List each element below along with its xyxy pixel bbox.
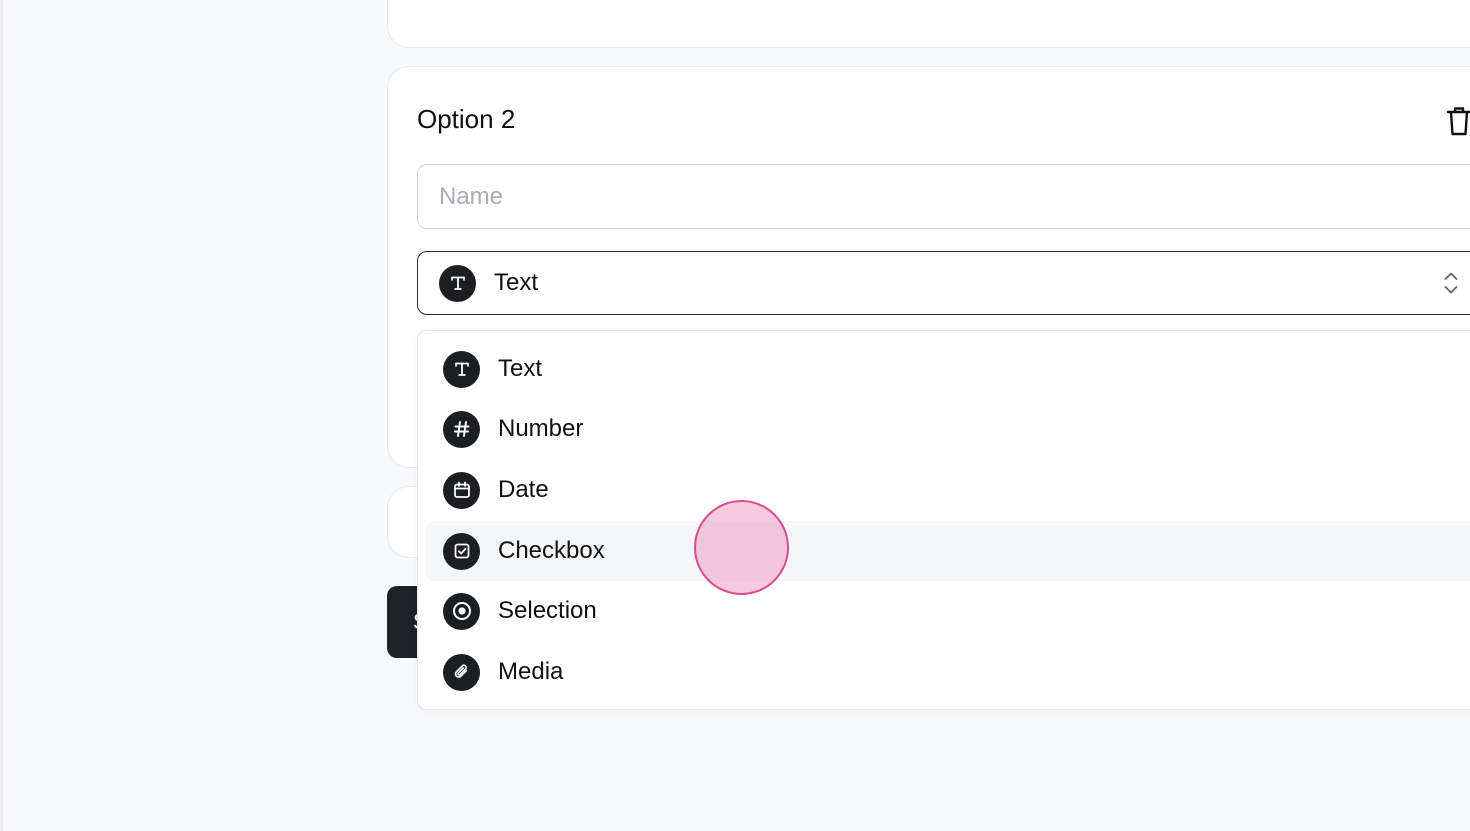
left-border: [0, 0, 3, 831]
menu-item-selection[interactable]: Selection: [426, 581, 1470, 641]
menu-item-label: Date: [498, 476, 549, 503]
text-icon: [443, 350, 480, 388]
type-select-label: Text: [494, 269, 539, 296]
menu-item-label: Text: [498, 355, 543, 382]
calendar-icon: [443, 471, 480, 509]
page: Option 2 Text S Text: [0, 0, 1470, 831]
checkbox-icon: [443, 532, 480, 570]
menu-item-checkbox[interactable]: Checkbox: [426, 521, 1470, 581]
menu-item-label: Media: [498, 658, 564, 685]
option-title: Option 2: [417, 104, 516, 134]
type-dropdown-menu: Text Number Date Checkbox Selection Medi…: [417, 330, 1470, 710]
menu-item-text[interactable]: Text: [426, 339, 1470, 399]
trash-icon[interactable]: [1444, 104, 1470, 138]
menu-item-number[interactable]: Number: [426, 399, 1470, 459]
text-icon: [439, 264, 476, 302]
menu-item-label: Checkbox: [498, 537, 605, 564]
hash-icon: [443, 410, 480, 448]
menu-item-label: Number: [498, 415, 584, 442]
chevron-up-down-icon: [1444, 272, 1458, 294]
type-select[interactable]: Text: [417, 251, 1470, 315]
name-input[interactable]: [417, 164, 1470, 229]
radio-icon: [443, 592, 480, 630]
menu-item-media[interactable]: Media: [426, 642, 1470, 702]
previous-option-card: [387, 0, 1470, 48]
menu-item-label: Selection: [498, 597, 597, 624]
menu-item-date[interactable]: Date: [426, 460, 1470, 520]
paperclip-icon: [443, 653, 480, 691]
